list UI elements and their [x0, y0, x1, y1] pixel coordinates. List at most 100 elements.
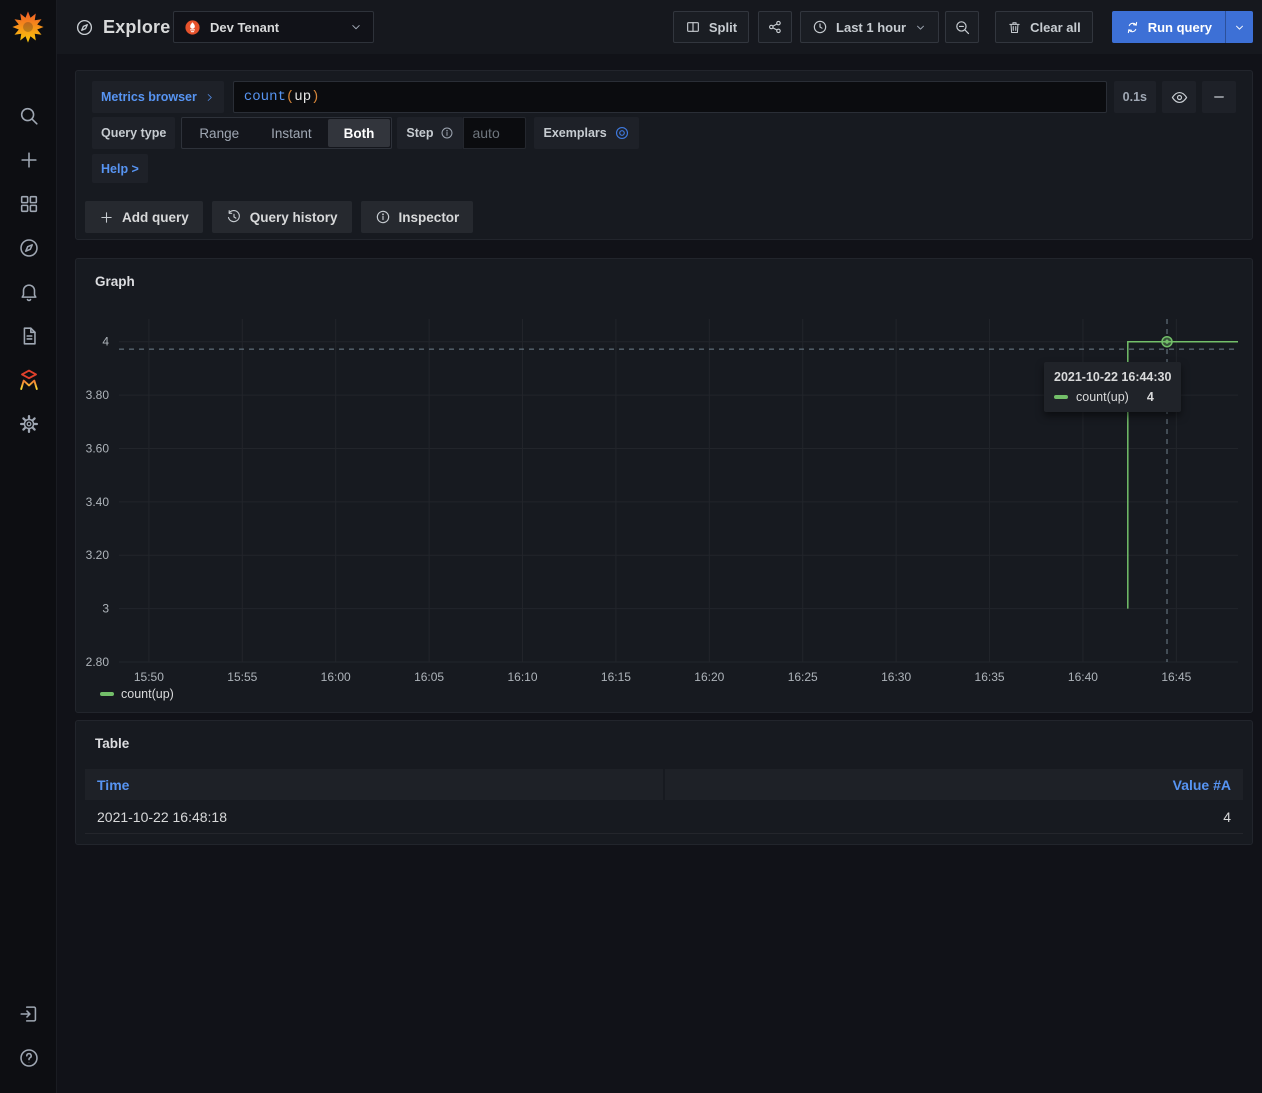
tooltip-series-name: count(up): [1076, 390, 1129, 404]
share-button[interactable]: [758, 11, 792, 43]
inspector-button[interactable]: Inspector: [361, 201, 474, 233]
table-header-time[interactable]: Time: [85, 769, 663, 800]
chevron-down-icon: [914, 21, 927, 34]
run-query-main[interactable]: Run query: [1112, 11, 1225, 43]
minus-icon: [1211, 89, 1227, 105]
sidebar-item-search[interactable]: [0, 94, 57, 138]
svg-text:3: 3: [102, 602, 109, 616]
info-icon: [375, 209, 391, 225]
exemplars-eye-icon: [614, 125, 630, 141]
sidebar-item-alerting[interactable]: [0, 270, 57, 314]
zoom-out-button[interactable]: [945, 11, 979, 43]
sidebar-item-explore[interactable]: [0, 226, 57, 270]
svg-text:3.20: 3.20: [86, 548, 110, 562]
results-table: Time Value #A 2021-10-22 16:48:18 4: [85, 769, 1243, 834]
svg-text:16:40: 16:40: [1068, 670, 1098, 684]
table-panel: Table Time Value #A 2021-10-22 16:48:18 …: [75, 720, 1253, 845]
svg-text:15:50: 15:50: [134, 670, 164, 684]
query-history-label: Query history: [250, 210, 338, 225]
help-button[interactable]: Help >: [92, 154, 148, 183]
tooltip-timestamp: 2021-10-22 16:44:30: [1054, 370, 1171, 384]
query-row: Metrics browser count(up) 0.1s: [92, 81, 1236, 113]
query-token-paren-close: ): [311, 89, 319, 105]
grafana-logo-icon: [11, 10, 45, 44]
trash-icon: [1007, 20, 1022, 35]
legend-label: count(up): [121, 687, 174, 701]
gear-icon: [18, 413, 40, 435]
inspector-label: Inspector: [399, 210, 460, 225]
query-type-option-range[interactable]: Range: [183, 119, 255, 147]
table-panel-title: Table: [95, 736, 129, 751]
chevron-right-icon: [204, 92, 215, 103]
step-label: Step: [397, 117, 463, 149]
help-icon: [18, 1047, 40, 1069]
toolbar-actions: Split Last 1 hour Clear all: [673, 11, 1253, 43]
svg-text:2.80: 2.80: [86, 655, 110, 669]
time-range-picker[interactable]: Last 1 hour: [800, 11, 939, 43]
sidebar-item-help[interactable]: [0, 1036, 57, 1080]
table-header-value[interactable]: Value #A: [665, 769, 1243, 800]
run-query-button[interactable]: Run query: [1112, 11, 1253, 43]
tooltip-series-value: 4: [1147, 390, 1154, 404]
sidebar-item-dashboards[interactable]: [0, 182, 57, 226]
svg-text:15:55: 15:55: [227, 670, 257, 684]
datasource-picker[interactable]: Dev Tenant: [173, 11, 374, 43]
sidebar-item-mimir-plugin[interactable]: [0, 358, 57, 402]
svg-text:16:15: 16:15: [601, 670, 631, 684]
sidebar-item-configuration[interactable]: [0, 402, 57, 446]
sidebar-item-create[interactable]: [0, 138, 57, 182]
table-header: Time Value #A: [85, 769, 1243, 800]
time-range-label: Last 1 hour: [836, 20, 906, 35]
metrics-browser-label: Metrics browser: [101, 90, 197, 104]
clear-all-button[interactable]: Clear all: [995, 11, 1093, 43]
query-actions-row: Add query Query history Inspector: [85, 201, 1236, 233]
split-button[interactable]: Split: [673, 11, 749, 43]
chevron-down-icon: [1233, 21, 1246, 34]
chevron-down-icon: [349, 20, 363, 34]
document-icon: [18, 325, 40, 347]
grafana-logo[interactable]: [0, 0, 56, 54]
sidebar-item-sign-in[interactable]: [0, 992, 57, 1036]
add-query-button[interactable]: Add query: [85, 201, 203, 233]
metrics-browser-button[interactable]: Metrics browser: [92, 81, 224, 113]
svg-text:16:30: 16:30: [881, 670, 911, 684]
svg-text:16:35: 16:35: [975, 670, 1005, 684]
explore-compass-icon: [18, 237, 40, 259]
svg-text:16:20: 16:20: [694, 670, 724, 684]
compass-icon: [75, 18, 94, 37]
query-type-option-instant[interactable]: Instant: [255, 119, 328, 147]
query-type-radio-group: Range Instant Both: [181, 117, 392, 149]
query-input[interactable]: count(up): [233, 81, 1107, 113]
legend-item-count-up[interactable]: count(up): [100, 687, 174, 701]
page-title: Explore: [103, 17, 170, 38]
chart-tooltip: 2021-10-22 16:44:30 count(up) 4: [1044, 362, 1181, 412]
clock-icon: [812, 19, 828, 35]
step-input[interactable]: [463, 117, 526, 149]
exemplars-toggle[interactable]: Exemplars: [534, 117, 638, 149]
svg-text:4: 4: [102, 335, 109, 349]
legend-swatch: [100, 692, 114, 696]
time-series-chart[interactable]: 43.803.603.403.2032.8015:5015:5516:0016:…: [76, 259, 1252, 712]
sidebar: [0, 0, 57, 1093]
zoom-out-icon: [954, 19, 971, 36]
datasource-label: Dev Tenant: [210, 20, 340, 35]
table-cell-time: 2021-10-22 16:48:18: [85, 800, 664, 833]
sidebar-item-docs[interactable]: [0, 314, 57, 358]
toggle-preview-button[interactable]: [1162, 81, 1196, 113]
query-history-button[interactable]: Query history: [212, 201, 352, 233]
tooltip-series-row: count(up) 4: [1054, 390, 1171, 404]
query-token-paren-open: (: [286, 89, 294, 105]
svg-text:16:45: 16:45: [1161, 670, 1191, 684]
run-query-caret[interactable]: [1225, 11, 1253, 43]
sync-icon: [1125, 20, 1140, 35]
remove-query-button[interactable]: [1202, 81, 1236, 113]
clear-all-label: Clear all: [1030, 20, 1081, 35]
sidebar-menu: [0, 94, 57, 446]
sign-in-icon: [18, 1003, 40, 1025]
svg-text:16:10: 16:10: [507, 670, 537, 684]
query-type-option-both[interactable]: Both: [328, 119, 391, 147]
svg-text:3.40: 3.40: [86, 495, 110, 509]
exemplars-label: Exemplars: [543, 126, 606, 140]
query-options-row: Query type Range Instant Both Step Exemp…: [92, 117, 1236, 149]
plus-icon: [99, 210, 114, 225]
